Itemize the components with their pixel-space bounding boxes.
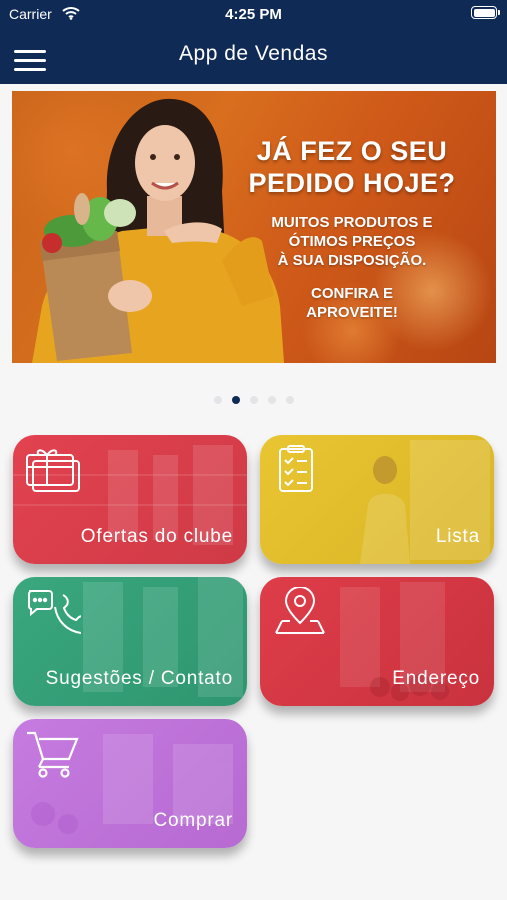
tile-label: Ofertas do clube — [80, 526, 233, 547]
banner-headline: JÁ FEZ O SEU PEDIDO HOJE? — [222, 135, 482, 199]
tile-label: Lista — [435, 526, 480, 547]
tile-comprar[interactable]: Comprar — [13, 719, 247, 848]
banner-cta-line2: APROVEITE! — [306, 304, 398, 321]
banner-subtitle: MUITOS PRODUTOS E ÓTIMOS PREÇOS À SUA DI… — [222, 213, 482, 270]
banner-cta-line1: CONFIRA E — [311, 285, 393, 302]
status-time: 4:25 PM — [225, 6, 282, 23]
shopping-cart-icon — [25, 729, 81, 779]
carousel-dot[interactable] — [249, 396, 258, 404]
page-title: App de Vendas — [179, 42, 328, 65]
banner-headline-line2: PEDIDO HOJE? — [248, 168, 456, 198]
status-bar: Carrier 4:25 PM — [0, 0, 507, 28]
tile-sugestoes-contato[interactable]: Sugestões / Contato — [13, 577, 247, 706]
tile-label: Comprar — [153, 810, 233, 831]
banner-sub-line3: À SUA DISPOSIÇÃO. — [277, 252, 427, 269]
banner-headline-line1: JÁ FEZ O SEU — [256, 136, 448, 166]
banner-sub-line1: MUITOS PRODUTOS E — [271, 214, 433, 231]
banner-text: JÁ FEZ O SEU PEDIDO HOJE? MUITOS PRODUTO… — [222, 135, 482, 322]
tile-lista[interactable]: Lista — [260, 435, 494, 564]
carousel-indicator — [0, 391, 507, 404]
carousel-dot[interactable] — [213, 396, 222, 404]
banner-sub-line2: ÓTIMOS PREÇOS — [288, 233, 416, 250]
gift-card-icon — [25, 445, 81, 495]
banner-cta: CONFIRA E APROVEITE! — [222, 284, 482, 322]
carousel-dot[interactable] — [267, 396, 276, 404]
promo-banner[interactable]: JÁ FEZ O SEU PEDIDO HOJE? MUITOS PRODUTO… — [12, 91, 496, 363]
tile-endereco[interactable]: Endereço — [260, 577, 494, 706]
clipboard-checklist-icon — [272, 445, 328, 495]
tile-ofertas-do-clube[interactable]: Ofertas do clube — [13, 435, 247, 564]
battery-icon — [471, 6, 500, 19]
map-pin-icon — [272, 586, 328, 637]
phone-chat-icon — [25, 587, 90, 637]
app-header: Carrier 4:25 PM App de Vendas — [0, 0, 507, 84]
tile-label: Sugestões / Contato — [45, 668, 233, 689]
carousel-dot[interactable] — [285, 396, 294, 404]
carousel-dot-active[interactable] — [231, 396, 240, 404]
tile-label: Endereço — [392, 668, 480, 689]
